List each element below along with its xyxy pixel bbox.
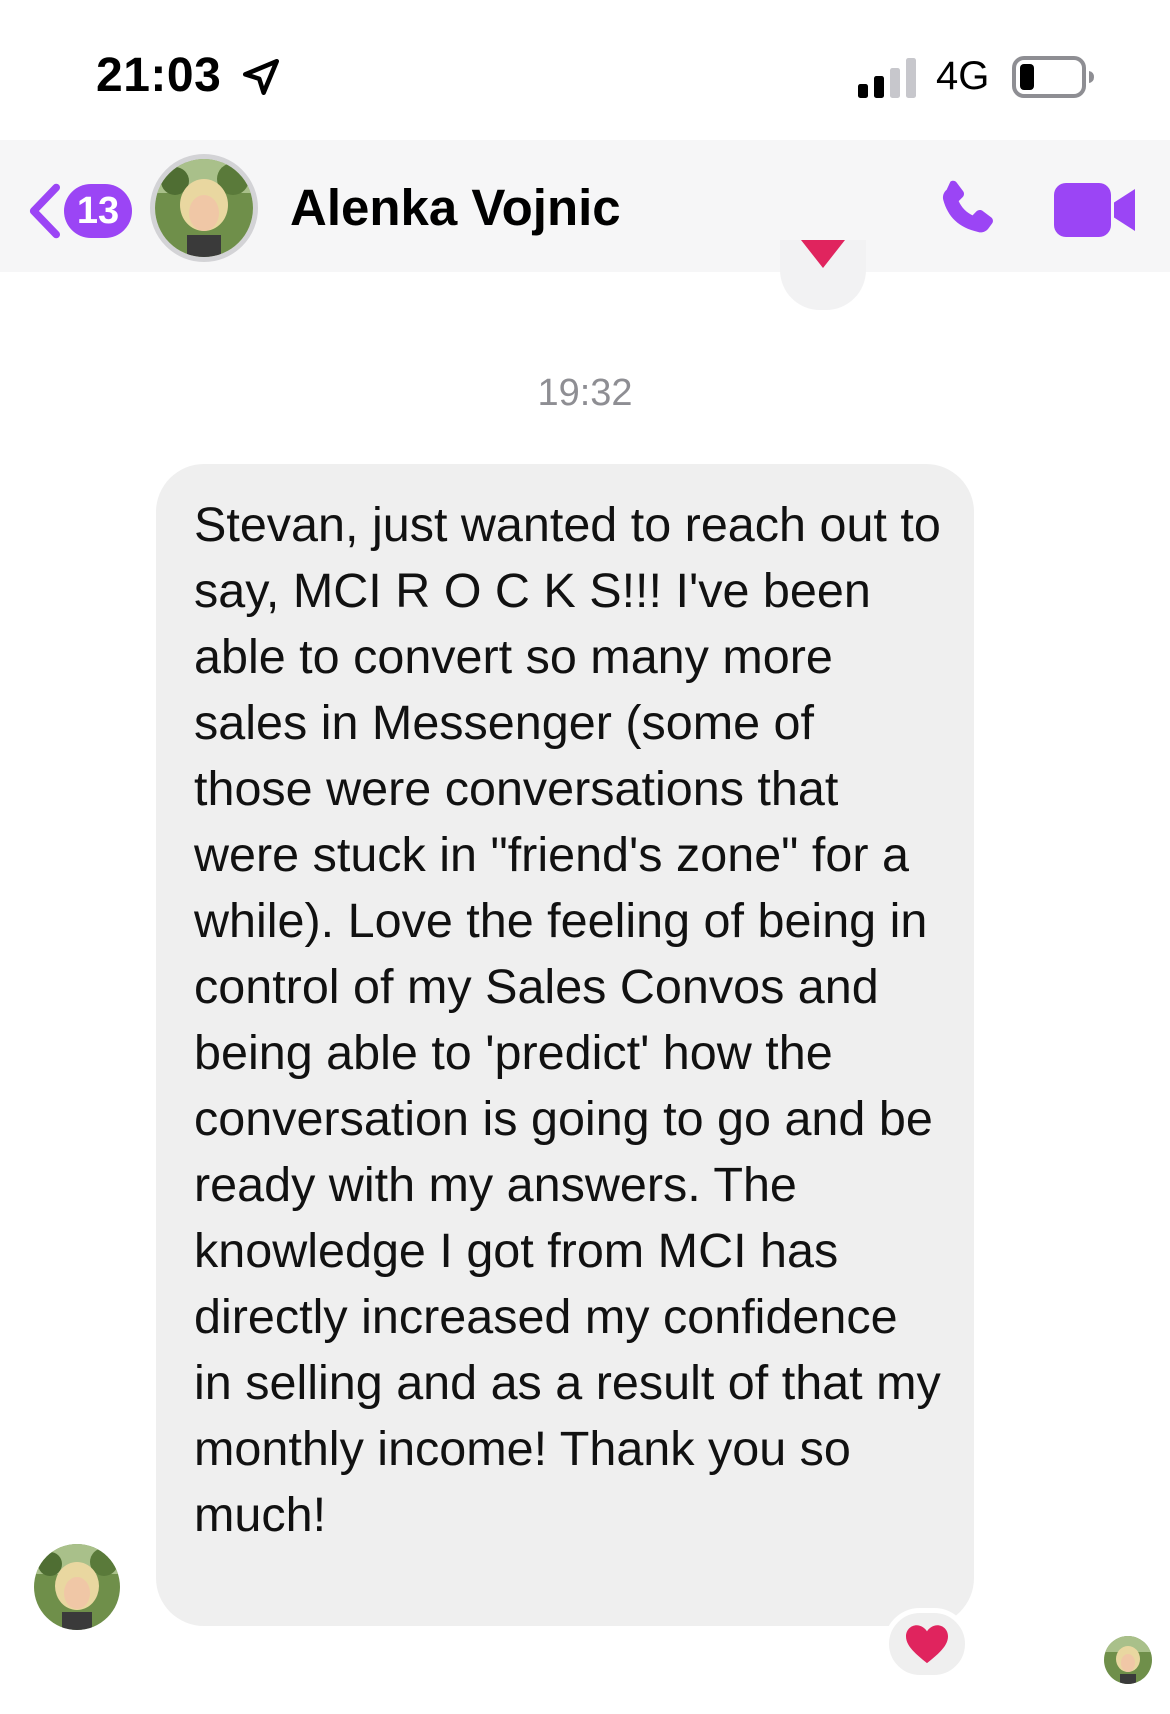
message-timestamp: 19:32 <box>537 372 633 414</box>
read-receipt-avatar <box>1104 1636 1152 1684</box>
heart-reaction[interactable] <box>884 1608 970 1680</box>
unread-count-badge: 13 <box>64 184 132 238</box>
heart-icon <box>801 240 845 268</box>
avatar-photo <box>34 1544 120 1630</box>
back-chevron-icon <box>29 183 60 239</box>
video-camera-icon[interactable] <box>1054 180 1138 240</box>
chat-header: 13 Alenka Vojnic <box>0 140 1170 272</box>
contact-avatar[interactable] <box>150 154 258 262</box>
message-text: Stevan, just wanted to reach out to say,… <box>194 498 941 1542</box>
message-bubble[interactable]: Stevan, just wanted to reach out to say,… <box>156 464 974 1626</box>
avatar-photo <box>1104 1636 1152 1684</box>
network-type: 4G <box>936 54 990 98</box>
location-arrow-icon <box>242 58 280 96</box>
previous-reaction[interactable] <box>780 240 866 310</box>
contact-name[interactable]: Alenka Vojnic <box>290 178 621 237</box>
back-button[interactable]: 13 <box>28 180 132 242</box>
signal-icon <box>858 58 916 98</box>
heart-icon <box>906 1625 948 1664</box>
phone-icon[interactable] <box>930 174 1004 248</box>
status-bar: 21:03 4G <box>0 0 1170 140</box>
avatar-photo <box>155 159 253 257</box>
battery-icon <box>1012 56 1094 98</box>
status-time: 21:03 <box>96 49 222 102</box>
sender-avatar[interactable] <box>34 1544 120 1630</box>
